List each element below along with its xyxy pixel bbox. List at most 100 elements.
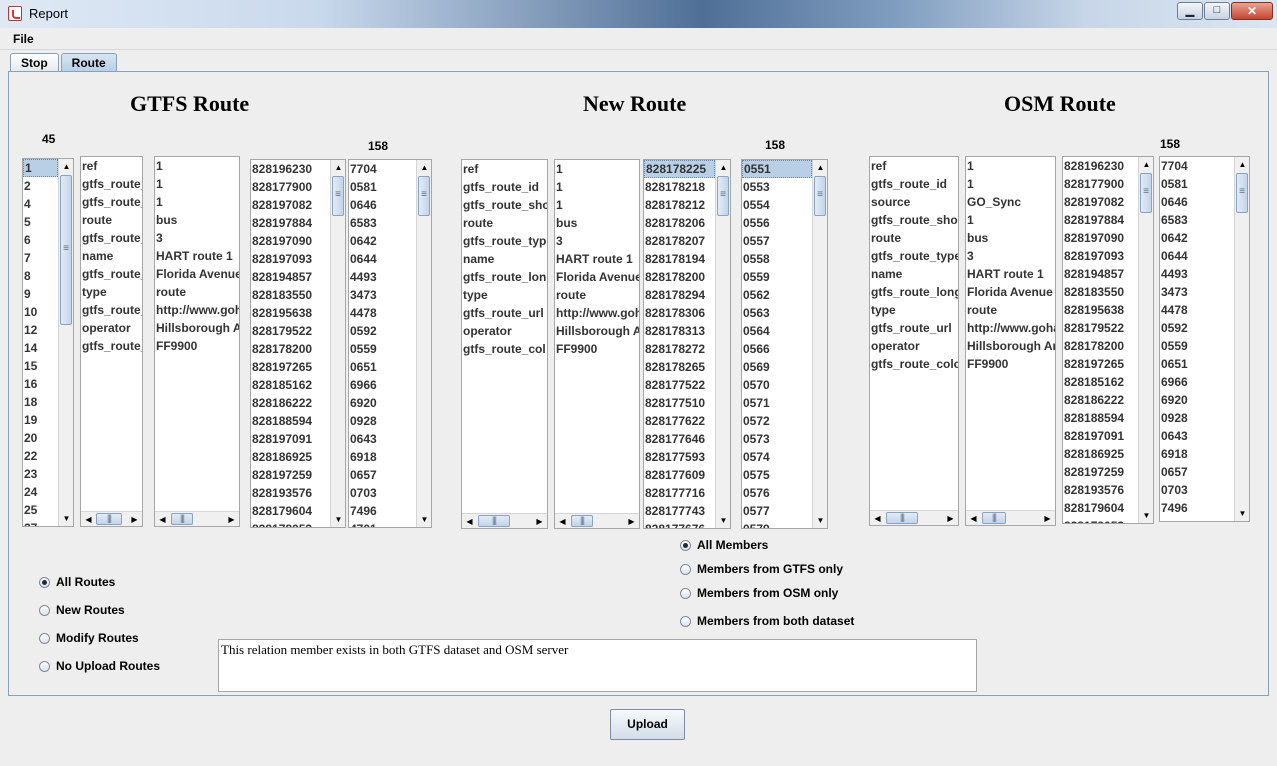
- tab-stop[interactable]: Stop: [10, 53, 59, 72]
- osm-member-code-item[interactable]: 6920: [1160, 391, 1234, 409]
- gtfs-tag-value-item[interactable]: Hillsborough Ar: [155, 319, 239, 337]
- gtfs-member-code-item[interactable]: 3473: [349, 286, 416, 304]
- radio-members-gtfs-only[interactable]: Members from GTFS only: [680, 562, 843, 576]
- new-member-id-item[interactable]: 828178194: [644, 250, 715, 268]
- osm-member-code-item[interactable]: 6966: [1160, 373, 1234, 391]
- gtfs-route-item[interactable]: 9: [23, 285, 58, 303]
- gtfs-member-id-item[interactable]: 828183550: [251, 286, 330, 304]
- new-tag-key-item[interactable]: route: [462, 214, 547, 232]
- gtfs-member-code-item[interactable]: 0592: [349, 322, 416, 340]
- new-member-id-item[interactable]: 828178218: [644, 178, 715, 196]
- gtfs-member-code-item[interactable]: 0644: [349, 250, 416, 268]
- osm-member-id-item[interactable]: 828183550: [1063, 283, 1138, 301]
- gtfs-member-id-item[interactable]: 828196230: [251, 160, 330, 178]
- osm-member-id-item[interactable]: 828177900: [1063, 175, 1138, 193]
- gtfs-member-code-item[interactable]: 7496: [349, 502, 416, 520]
- osm-tag-value-item[interactable]: Hillsborough Ar: [966, 337, 1055, 355]
- gtfs-route-item[interactable]: 25: [23, 501, 58, 519]
- gtfs-route-item[interactable]: 12: [23, 321, 58, 339]
- new-tag-key-hscrollbar[interactable]: ◀ ▶: [462, 513, 547, 528]
- gtfs-member-id-item[interactable]: 828194857: [251, 268, 330, 286]
- new-member-code-item[interactable]: 0579: [742, 520, 812, 528]
- gtfs-member-id-item[interactable]: 828178200: [251, 340, 330, 358]
- osm-tag-value-item[interactable]: bus: [966, 229, 1055, 247]
- scroll-thumb[interactable]: [418, 176, 430, 216]
- osm-member-code-item[interactable]: 4478: [1160, 301, 1234, 319]
- gtfs-route-item[interactable]: 5: [23, 213, 58, 231]
- scroll-left-icon[interactable]: ◀: [870, 511, 885, 525]
- new-tag-key-item[interactable]: operator: [462, 322, 547, 340]
- new-tag-value-item[interactable]: http://www.goh: [555, 304, 639, 322]
- osm-member-code-item[interactable]: 0581: [1160, 175, 1234, 193]
- minimize-button[interactable]: ▁: [1177, 2, 1203, 20]
- gtfs-tag-value-hscrollbar[interactable]: ◀ ▶: [155, 511, 239, 526]
- scroll-down-icon[interactable]: ▼: [1235, 506, 1249, 521]
- osm-member-code-item[interactable]: 0644: [1160, 247, 1234, 265]
- osm-tag-value-list[interactable]: 1 1 GO_Sync 1 bus 3 HART route 1 Florida Avenue…: [965, 156, 1056, 526]
- scroll-up-icon[interactable]: ▲: [1235, 157, 1249, 172]
- new-member-code-item[interactable]: 0564: [742, 322, 812, 340]
- osm-member-code-item[interactable]: 0559: [1160, 337, 1234, 355]
- scroll-left-icon[interactable]: ◀: [555, 514, 570, 528]
- osm-tag-value-item[interactable]: 1: [966, 175, 1055, 193]
- gtfs-tag-key-item[interactable]: operator: [81, 319, 142, 337]
- close-button[interactable]: ✕: [1231, 2, 1273, 20]
- scroll-down-icon[interactable]: ▼: [59, 511, 73, 526]
- osm-member-code-item[interactable]: 0651: [1160, 355, 1234, 373]
- scroll-down-icon[interactable]: ▼: [331, 512, 345, 527]
- osm-member-code-item[interactable]: 4493: [1160, 265, 1234, 283]
- osm-member-id-item[interactable]: 828186925: [1063, 445, 1138, 463]
- gtfs-route-item[interactable]: 15: [23, 357, 58, 375]
- new-member-code-item[interactable]: 0554: [742, 196, 812, 214]
- scroll-thumb[interactable]: [60, 175, 72, 325]
- new-tag-key-item[interactable]: gtfs_route_col: [462, 340, 547, 358]
- new-member-id-item[interactable]: 828178272: [644, 340, 715, 358]
- maximize-button[interactable]: □: [1204, 2, 1230, 20]
- new-tag-value-item[interactable]: 1: [555, 178, 639, 196]
- gtfs-tag-key-item[interactable]: gtfs_route_: [81, 301, 142, 319]
- osm-member-id-item[interactable]: 828179522: [1063, 319, 1138, 337]
- scroll-right-icon[interactable]: ▶: [532, 514, 547, 528]
- new-member-id-item[interactable]: 828177743: [644, 502, 715, 520]
- gtfs-member-code-item[interactable]: 6920: [349, 394, 416, 412]
- osm-member-code-item[interactable]: 4701: [1160, 517, 1234, 521]
- gtfs-tag-key-hscrollbar[interactable]: ◀ ▶: [81, 511, 142, 526]
- gtfs-tag-value-item[interactable]: HART route 1: [155, 247, 239, 265]
- tab-route[interactable]: Route: [60, 53, 117, 72]
- gtfs-tag-key-item[interactable]: gtfs_route_: [81, 193, 142, 211]
- gtfs-member-code-item[interactable]: 0703: [349, 484, 416, 502]
- osm-member-id-item[interactable]: 828178053: [1063, 517, 1138, 523]
- osm-member-code-scrollbar[interactable]: ▲ ▼: [1234, 157, 1249, 521]
- osm-member-id-item[interactable]: 828197884: [1063, 211, 1138, 229]
- gtfs-member-id-item[interactable]: 828188594: [251, 412, 330, 430]
- new-member-code-item[interactable]: 0573: [742, 430, 812, 448]
- gtfs-route-list-scrollbar[interactable]: ▲ ▼: [58, 159, 73, 526]
- scroll-right-icon[interactable]: ▶: [943, 511, 958, 525]
- osm-member-id-item[interactable]: 828188594: [1063, 409, 1138, 427]
- gtfs-tag-value-item[interactable]: FF9900: [155, 337, 239, 355]
- gtfs-tag-key-item[interactable]: gtfs_route_: [81, 229, 142, 247]
- scroll-up-icon[interactable]: ▲: [813, 160, 827, 175]
- scroll-thumb[interactable]: [1236, 173, 1248, 213]
- gtfs-tag-value-item[interactable]: bus: [155, 211, 239, 229]
- new-member-code-item[interactable]: 0558: [742, 250, 812, 268]
- scroll-thumb[interactable]: [478, 515, 510, 527]
- gtfs-tag-key-item[interactable]: gtfs_route_: [81, 337, 142, 355]
- gtfs-member-code-item[interactable]: 6918: [349, 448, 416, 466]
- gtfs-tag-key-item[interactable]: name: [81, 247, 142, 265]
- new-member-id-item[interactable]: 828177676: [644, 520, 715, 528]
- new-tag-key-item[interactable]: gtfs_route_lon: [462, 268, 547, 286]
- gtfs-tag-value-list[interactable]: 1 1 1 bus 3 HART route 1 Florida Avenue route ht…: [154, 156, 240, 527]
- new-member-code-item[interactable]: 0572: [742, 412, 812, 430]
- new-tag-value-item[interactable]: FF9900: [555, 340, 639, 358]
- osm-tag-value-item[interactable]: Florida Avenue: [966, 283, 1055, 301]
- gtfs-route-item[interactable]: 2: [23, 177, 58, 195]
- osm-member-code-item[interactable]: 0928: [1160, 409, 1234, 427]
- new-member-code-list[interactable]: 0551 0553 0554 0556 0557 0558 0559 0562 0563 0564…: [741, 159, 828, 529]
- gtfs-member-code-item[interactable]: 4701: [349, 520, 416, 527]
- scroll-left-icon[interactable]: ◀: [966, 511, 981, 525]
- osm-tag-key-list[interactable]: ref gtfs_route_id source gtfs_route_sho rout…: [869, 156, 959, 526]
- gtfs-route-item[interactable]: 19: [23, 411, 58, 429]
- osm-member-id-item[interactable]: 828178200: [1063, 337, 1138, 355]
- scroll-thumb[interactable]: [332, 176, 344, 216]
